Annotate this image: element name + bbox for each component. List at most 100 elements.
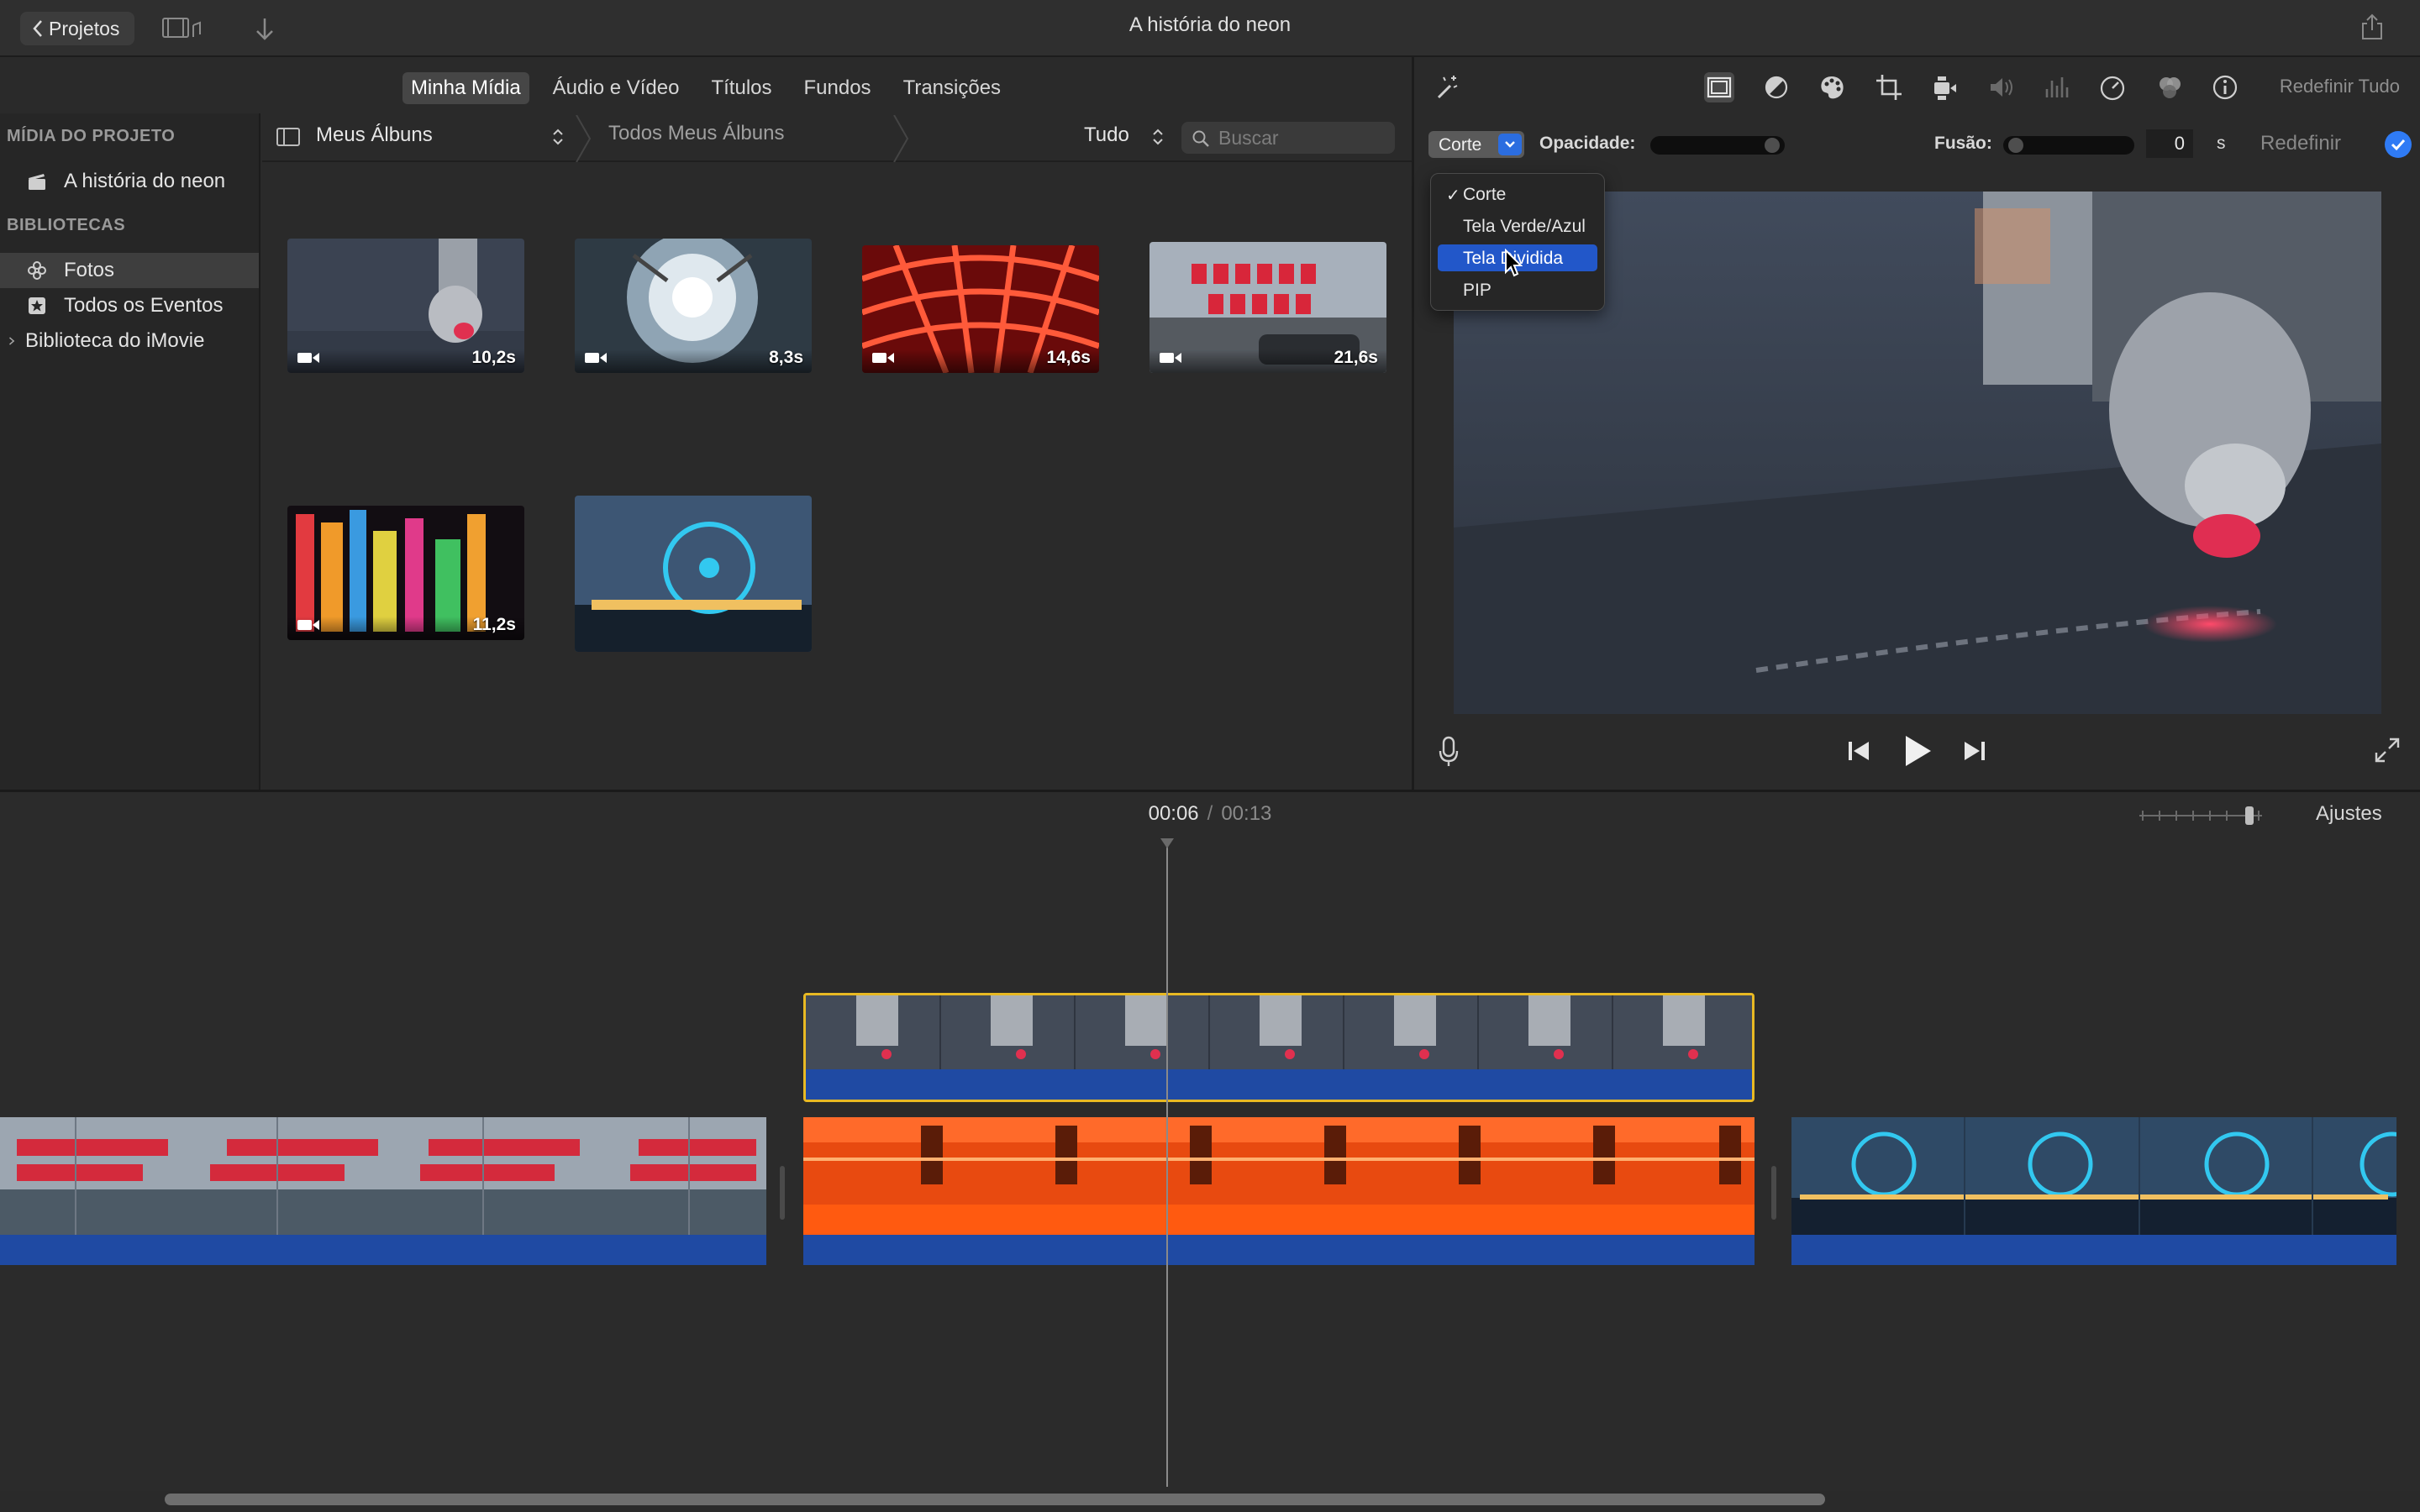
skip-forward-icon[interactable] (1961, 739, 1988, 763)
media-clip[interactable] (575, 496, 812, 652)
overlay-icon[interactable] (1704, 72, 1734, 102)
filter-select[interactable]: Tudo (1084, 123, 1168, 152)
slider-knob[interactable] (1765, 138, 1780, 153)
timeline-clip[interactable] (1791, 1117, 2396, 1265)
menu-item-cutaway[interactable]: ✓ Corte (1438, 181, 1597, 207)
sidebar-project-label: A história do neon (64, 170, 226, 192)
overlay-style-value: Corte (1439, 135, 1482, 155)
project-title: A história do neon (1128, 13, 1292, 36)
share-icon[interactable] (2360, 12, 2385, 42)
info-icon[interactable] (2210, 72, 2240, 102)
speed-icon[interactable] (2097, 72, 2128, 102)
microphone-icon[interactable] (1437, 734, 1460, 768)
tab-audio-video[interactable]: Áudio e Vídeo (544, 72, 688, 104)
timeline-clip[interactable] (0, 1117, 766, 1265)
media-clip[interactable]: 10,2s (287, 239, 524, 373)
video-camera-icon (585, 353, 607, 363)
menu-item-pip[interactable]: PIP (1438, 276, 1597, 303)
timeline-clip[interactable] (803, 1117, 1754, 1265)
overlay-style-select[interactable]: Corte (1428, 131, 1524, 158)
clip-gap-handle[interactable] (780, 1166, 785, 1220)
audio-track[interactable] (0, 1235, 766, 1265)
sidebar-toggle-icon[interactable] (276, 127, 301, 147)
media-clip[interactable]: 8,3s (575, 239, 812, 373)
apply-button[interactable] (2385, 131, 2412, 158)
crop-icon[interactable] (1874, 72, 1904, 102)
star-icon (29, 297, 45, 314)
audio-track[interactable] (803, 1235, 1754, 1265)
video-camera-icon (872, 353, 894, 363)
opacity-slider[interactable] (1650, 136, 1785, 155)
stabilization-icon[interactable] (1929, 72, 1960, 102)
sidebar-item-photos[interactable]: Fotos (0, 253, 259, 288)
album-select[interactable]: Meus Álbuns (316, 123, 575, 152)
media-clip[interactable]: 21,6s (1150, 242, 1386, 373)
search-input[interactable] (1218, 125, 1386, 150)
menu-item-label: Corte (1463, 185, 1507, 204)
media-clip[interactable]: 14,6s (862, 245, 1099, 373)
timecode: 00:06 / 00:13 (0, 802, 2420, 826)
equalizer-icon[interactable] (2042, 72, 2072, 102)
reset-button[interactable]: Redefinir (2260, 132, 2341, 155)
slider-knob[interactable] (2008, 138, 2023, 153)
fullscreen-icon[interactable] (2373, 736, 2402, 764)
opacity-label: Opacidade: (1539, 134, 1636, 153)
color-balance-icon[interactable] (1761, 72, 1791, 102)
reset-all-button[interactable]: Redefinir Tudo (2280, 76, 2400, 97)
timeline-clip-filmstrip-market (0, 1117, 766, 1235)
current-time: 00:06 (1148, 802, 1199, 825)
tab-transitions[interactable]: Transições (895, 72, 1009, 104)
clip-duration: 14,6s (1046, 348, 1091, 367)
timeline-zoom-slider[interactable] (2138, 806, 2264, 826)
clip-gap-handle[interactable] (1771, 1166, 1776, 1220)
clip-duration: 21,6s (1334, 348, 1378, 367)
overlay-style-menu: ✓ Corte Tela Verde/Azul Tela Dividida PI… (1430, 173, 1605, 311)
overlay-clip-filmstrip (806, 995, 1752, 1074)
breadcrumb[interactable]: Todos Meus Álbuns (608, 122, 784, 145)
color-palette-icon[interactable] (1817, 72, 1847, 102)
tab-backgrounds[interactable]: Fundos (796, 72, 880, 104)
search-box[interactable] (1181, 122, 1395, 154)
sidebar-all-events-label: Todos os Eventos (64, 294, 224, 317)
volume-icon[interactable] (1986, 72, 2017, 102)
panel-divider (1412, 57, 1414, 790)
breadcrumb-separator-icon (576, 115, 592, 162)
sidebar-photos-label: Fotos (64, 259, 115, 281)
updown-chevron-icon (1153, 129, 1163, 145)
timeline-clip-filmstrip-neon (803, 1117, 1754, 1235)
media-clip[interactable]: 11,2s (287, 506, 524, 640)
adjustments-button[interactable]: Ajustes (2316, 802, 2382, 826)
magic-wand-icon[interactable] (1432, 72, 1462, 102)
project-media-header: MÍDIA DO PROJETO (7, 127, 176, 145)
audio-track[interactable] (1791, 1235, 2396, 1265)
total-time: 00:13 (1221, 802, 1272, 825)
photos-icon (28, 261, 46, 280)
play-icon[interactable] (1902, 734, 1933, 768)
tab-my-media[interactable]: Minha Mídia (402, 72, 529, 104)
breadcrumb-separator-icon (893, 115, 909, 162)
timeline-scrollbar[interactable] (165, 1494, 1825, 1505)
sidebar-item-imovie-library[interactable]: Biblioteca do iMovie (0, 323, 259, 359)
disclosure-icon[interactable] (7, 331, 18, 351)
fusion-duration-input[interactable] (2146, 129, 2193, 158)
updown-chevron-icon (553, 129, 563, 145)
overlay-clip[interactable] (803, 993, 1754, 1102)
skip-back-icon[interactable] (1845, 739, 1872, 763)
overlay-settings-row: Corte Opacidade: Fusão: s Redefinir (1415, 126, 2420, 163)
menu-item-green-blue-screen[interactable]: Tela Verde/Azul (1438, 213, 1597, 239)
menu-item-label: Tela Verde/Azul (1463, 217, 1586, 236)
checkmark-icon (2391, 139, 2406, 151)
playhead-marker-icon[interactable] (1160, 838, 1175, 853)
libraries-header: BIBLIOTECAS (7, 216, 126, 234)
video-camera-icon (297, 620, 319, 630)
browser-toolbar: Meus Álbuns Todos Meus Álbuns Tudo (262, 113, 1412, 162)
filter-select-value: Tudo (1084, 123, 1129, 146)
sidebar-item-project[interactable]: A história do neon (0, 164, 259, 199)
fusion-slider[interactable] (2003, 136, 2134, 155)
sidebar-item-all-events[interactable]: Todos os Eventos (0, 288, 259, 323)
browser-tabs: Minha Mídia Áudio e Vídeo Títulos Fundos… (0, 67, 1412, 109)
playhead[interactable] (1166, 838, 1168, 1487)
audio-track[interactable] (806, 1069, 1752, 1100)
filter-icon[interactable] (2154, 72, 2185, 102)
tab-titles[interactable]: Títulos (702, 72, 780, 104)
